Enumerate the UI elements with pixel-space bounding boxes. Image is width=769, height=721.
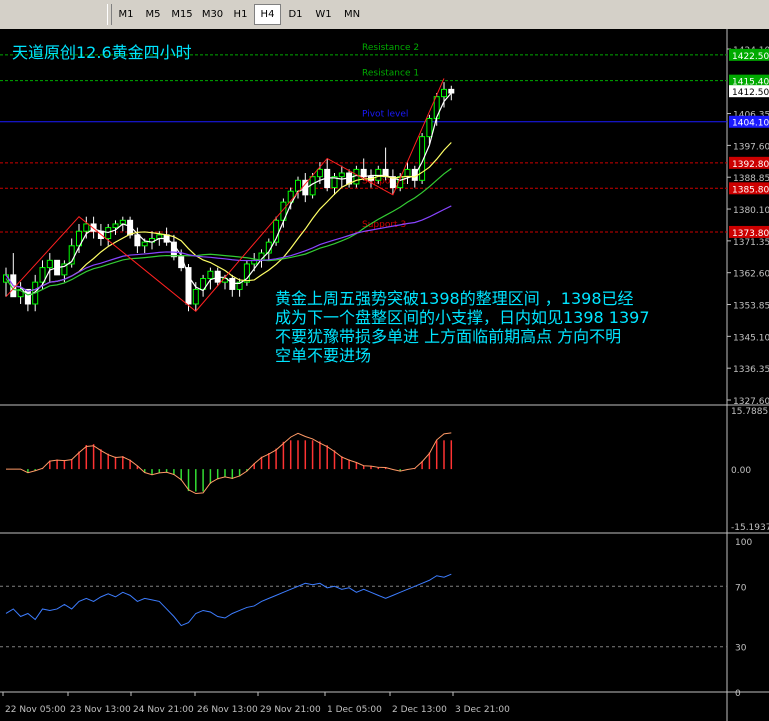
comment-line: 成为下一个盘整区间的小支撑，日内如见1398 1397	[275, 308, 650, 327]
macd-tick-label: 0.00	[731, 466, 751, 476]
timeframe-d1-button[interactable]: D1	[282, 4, 309, 25]
candle-body	[192, 288, 199, 305]
level-label-resistance-2: Resistance 2	[362, 43, 419, 53]
macd-histogram	[27, 440, 453, 492]
chart-title: 天道原创12.6黄金四小时	[12, 43, 192, 62]
chart-canvas[interactable]: 1424.101406.351397.601388.851380.101371.…	[0, 29, 769, 721]
macd-tick-label: -15.1937	[731, 523, 769, 533]
timeframe-h1-button[interactable]: H1	[228, 4, 253, 25]
time-tick-label: 3 Dec 21:00	[455, 705, 510, 715]
timeframe-h4-button[interactable]: H4	[254, 4, 281, 25]
timeframe-mn-button[interactable]: MN	[338, 4, 366, 25]
candle-body	[112, 223, 119, 229]
price-tick-label: 1327.60	[733, 397, 769, 407]
comment-line: 黄金上周五强势突破1398的整理区间 ，1398已经	[275, 289, 634, 308]
time-tick-label: 23 Nov 13:00	[70, 705, 131, 715]
candle-body	[295, 179, 301, 192]
ma-fast-line	[5, 92, 452, 298]
price-tick-label: 1397.60	[733, 142, 769, 152]
timeframe-toolbar: M1 M5 M15 M30 H1 H4 D1 W1 MN	[0, 0, 769, 30]
price-tick-label: 1345.10	[733, 333, 769, 343]
level-badge-label: 1373.80	[732, 229, 769, 239]
candle-body	[316, 168, 323, 178]
time-tick-label: 2 Dec 13:00	[392, 705, 447, 715]
time-tick-label: 1 Dec 05:00	[327, 705, 382, 715]
level-badge-label: 1392.80	[732, 160, 769, 170]
time-tick-label: 22 Nov 05:00	[5, 705, 66, 715]
candle-body	[448, 88, 455, 94]
time-tick-label: 29 Nov 21:00	[260, 705, 321, 715]
candle-body	[426, 117, 433, 138]
chart-window[interactable]: 1424.101406.351397.601388.851380.101371.…	[0, 29, 769, 721]
candle-body	[441, 88, 447, 98]
timeframe-m5-button[interactable]: M5	[140, 4, 166, 25]
candle-body	[141, 241, 148, 247]
level-badge-label: 1422.50	[732, 52, 769, 62]
comment-line: 不要犹豫带损多单进 上方面临前期高点 方向不明	[275, 327, 622, 346]
level-badge-label: 1404.10	[732, 119, 769, 129]
candle-body	[134, 234, 141, 247]
price-tick-label: 1362.60	[733, 270, 769, 280]
price-tick-label: 1380.10	[733, 206, 769, 216]
candle-body	[404, 168, 411, 178]
toolbar-grip[interactable]	[107, 4, 112, 25]
price-tick-label: 1353.85	[733, 302, 769, 312]
candle-body	[375, 168, 382, 181]
candle-body	[207, 270, 214, 280]
price-tick-label: 1336.35	[733, 365, 769, 375]
time-tick-label: 24 Nov 21:00	[133, 705, 194, 715]
level-badge-label: 1385.80	[732, 185, 769, 195]
candle-body	[338, 172, 345, 178]
price-tick-label: 1371.35	[733, 238, 769, 248]
macd-tick-label: 15.7885	[731, 407, 768, 417]
candle-body	[46, 259, 53, 269]
timeframe-m1-button[interactable]: M1	[113, 4, 139, 25]
candle-body	[360, 168, 367, 178]
macd-signal-line	[6, 432, 452, 495]
candle-body	[229, 278, 236, 290]
candle-body	[83, 223, 90, 232]
analysis-comment: 黄金上周五强势突破1398的整理区间 ，1398已经 成为下一个盘整区间的小支撑，…	[275, 289, 727, 365]
candle-body	[214, 270, 221, 283]
timeframe-m15-button[interactable]: M15	[167, 4, 197, 25]
ma-mid-line	[5, 142, 452, 292]
comment-line: 空单不要进场	[275, 346, 372, 365]
candle-body	[185, 267, 192, 305]
time-tick-label: 26 Nov 13:00	[197, 705, 258, 715]
current-price-label: 1412.50	[732, 88, 769, 98]
level-label-pivot-level: Pivot level	[362, 110, 408, 120]
rsi-line	[5, 573, 452, 627]
level-label-resistance-1: Resistance 1	[362, 69, 419, 79]
rsi-tick-label: 0	[735, 689, 741, 699]
timeframe-w1-button[interactable]: W1	[310, 4, 337, 25]
rsi-tick-label: 30	[735, 644, 747, 654]
rsi-tick-label: 100	[735, 538, 752, 548]
rsi-tick-label: 70	[735, 583, 747, 593]
timeframe-m30-button[interactable]: M30	[198, 4, 227, 25]
